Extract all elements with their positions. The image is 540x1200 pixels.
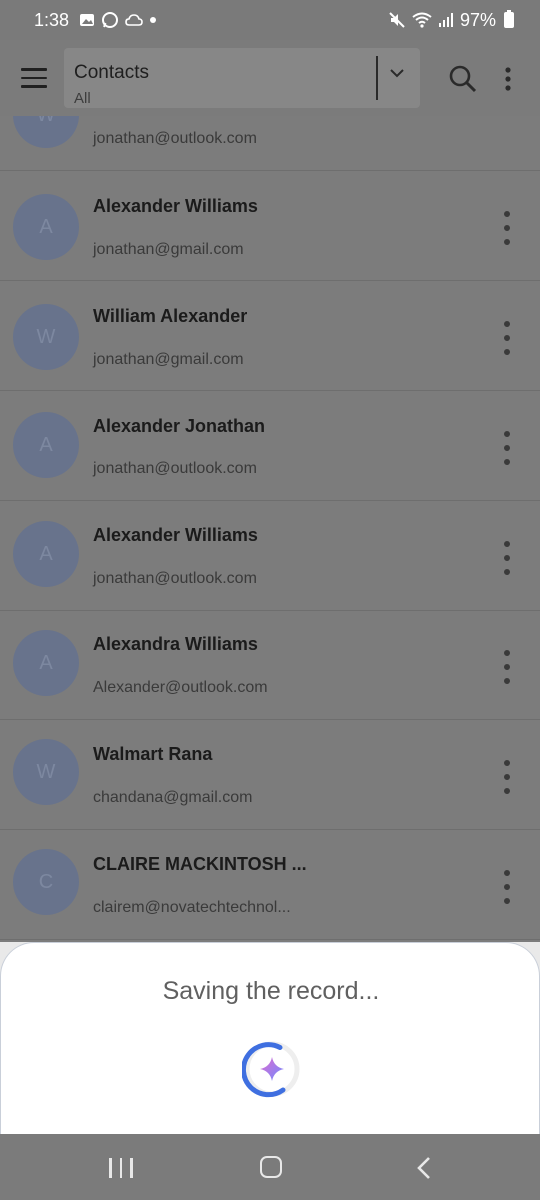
contact-row[interactable]: A Alexandra Williams Alexander@outlook.c… <box>0 610 540 720</box>
avatar: W <box>13 304 79 370</box>
row-more-icon[interactable] <box>496 211 518 245</box>
contact-name: CLAIRE MACKINTOSH ... <box>93 854 307 874</box>
battery-percent: 97% <box>459 9 496 30</box>
row-more-icon[interactable] <box>496 870 518 904</box>
app-bar: Contacts All <box>0 40 540 116</box>
contact-email: jonathan@gmail.com <box>93 241 244 258</box>
contact-email: jonathan@outlook.com <box>93 570 257 587</box>
row-more-icon[interactable] <box>496 431 518 465</box>
more-vert-icon[interactable] <box>498 66 518 92</box>
avatar: C <box>13 849 79 915</box>
contact-email: chandana@gmail.com <box>93 789 253 806</box>
contact-name: Alexander Williams <box>93 196 258 216</box>
row-more-icon[interactable] <box>496 650 518 684</box>
row-more-icon[interactable] <box>496 760 518 794</box>
contact-email: clairem@novatechtechnol... <box>93 899 291 916</box>
contact-name: Alexander Jonathan <box>93 416 266 436</box>
signal-icon <box>438 13 453 27</box>
dot-icon <box>150 17 157 23</box>
sparkle-loader-icon <box>242 1041 300 1098</box>
view-filter: All <box>74 90 91 107</box>
avatar: A <box>13 521 79 587</box>
battery-icon <box>504 10 514 28</box>
avatar: A <box>13 194 79 260</box>
status-time: 1:38 <box>34 9 70 30</box>
contact-row[interactable]: W William Alexander jonathan@gmail.com <box>0 281 540 391</box>
module-selector[interactable]: Contacts All <box>64 48 420 108</box>
chevron-down-icon[interactable] <box>388 64 406 82</box>
search-icon[interactable] <box>448 64 478 94</box>
contact-email: jonathan@outlook.com <box>93 130 257 147</box>
contact-name: Alexandra Williams <box>93 634 258 654</box>
home-icon[interactable] <box>260 1156 282 1178</box>
contact-row[interactable]: W Walmart Rana chandana@gmail.com <box>0 720 540 830</box>
cloud-icon <box>125 14 143 26</box>
contact-email: jonathan@gmail.com <box>93 351 244 368</box>
contact-name: Walmart Rana <box>93 744 213 764</box>
row-more-icon[interactable] <box>496 321 518 355</box>
recent-apps-icon[interactable] <box>109 1158 133 1178</box>
contact-row[interactable]: C CLAIRE MACKINTOSH ... clairem@novatech… <box>0 830 540 940</box>
contact-row[interactable]: A Alexander Jonathan jonathan@outlook.co… <box>0 391 540 501</box>
mute-icon <box>389 12 405 28</box>
row-more-icon[interactable] <box>496 541 518 575</box>
whatsapp-icon <box>102 12 119 28</box>
menu-icon[interactable] <box>21 68 47 88</box>
contact-list[interactable]: W jonathan@outlook.com A Alexander Willi… <box>0 116 540 942</box>
contact-email: Alexander@outlook.com <box>93 679 268 696</box>
status-bar: 1:38 97% <box>0 0 540 40</box>
saving-message: Saving the record... <box>162 977 380 1005</box>
contact-name: William Alexander <box>93 306 248 326</box>
back-icon[interactable] <box>414 1156 434 1180</box>
module-title: Contacts <box>74 62 149 83</box>
avatar: W <box>13 739 79 805</box>
selector-divider <box>376 56 378 100</box>
contact-name: Alexander Williams <box>93 525 258 545</box>
contact-email: jonathan@outlook.com <box>93 460 257 477</box>
avatar: W <box>13 116 79 148</box>
saving-bottom-sheet: Saving the record... <box>0 942 540 1134</box>
avatar: A <box>13 630 79 696</box>
gallery-icon <box>80 14 95 26</box>
contact-row[interactable]: A Alexander Williams jonathan@outlook.co… <box>0 501 540 611</box>
avatar: A <box>13 412 79 478</box>
contact-row[interactable]: A Alexander Williams jonathan@gmail.com <box>0 171 540 281</box>
contact-row[interactable]: W jonathan@outlook.com <box>0 116 540 171</box>
system-nav-bar <box>0 1134 540 1200</box>
wifi-icon <box>412 12 432 28</box>
